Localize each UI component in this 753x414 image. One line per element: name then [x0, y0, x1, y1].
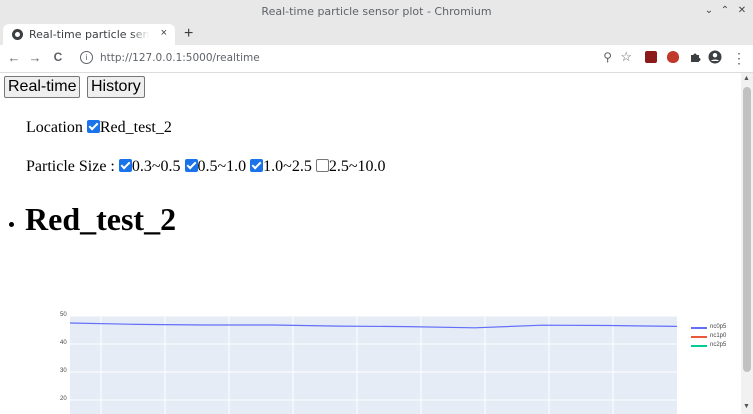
- size-checkbox-0p3[interactable]: [118, 159, 132, 172]
- y-tick-label: 30: [60, 368, 67, 374]
- new-tab-button[interactable]: +: [184, 25, 193, 43]
- puzzle-icon[interactable]: [689, 51, 701, 63]
- legend-swatch: [691, 336, 707, 338]
- globe-icon: [12, 29, 23, 40]
- bookmark-star-icon[interactable]: ☆: [620, 49, 632, 65]
- legend-item-nc0p5[interactable]: nc0p5: [710, 324, 726, 330]
- close-window-button[interactable]: ✕: [736, 5, 748, 16]
- location-label: Location: [26, 119, 83, 136]
- window-title: Real-time particle sensor plot - Chromiu…: [261, 5, 492, 18]
- location-heading: Red_test_2: [25, 201, 177, 237]
- particle-size-label: Particle Size :: [26, 158, 115, 175]
- legend-swatch: [691, 327, 707, 329]
- y-tick-label: 40: [60, 340, 67, 346]
- y-tick-label: 50: [60, 312, 67, 318]
- scroll-thumb[interactable]: [743, 87, 751, 372]
- minimize-button[interactable]: ⌄: [703, 5, 715, 16]
- legend-item-nc1p0[interactable]: nc1p0: [710, 333, 726, 339]
- location-checkbox[interactable]: [86, 120, 100, 133]
- realtime-button[interactable]: Real-time: [4, 76, 81, 98]
- window-titlebar: Real-time particle sensor plot - Chromiu…: [0, 0, 753, 25]
- url-text[interactable]: http://127.0.0.1:5000/realtime: [100, 52, 260, 64]
- tab-strip: Real-time particle sensor plot × +: [0, 24, 753, 45]
- y-tick-label: 20: [60, 396, 67, 402]
- legend-swatch: [691, 345, 707, 347]
- address-bar[interactable]: i http://127.0.0.1:5000/realtime ⚲ ☆: [74, 48, 634, 68]
- tab-close-icon[interactable]: ×: [161, 27, 167, 39]
- plot-area[interactable]: [70, 316, 677, 414]
- size-checkbox-0p5[interactable]: [184, 159, 198, 172]
- legend-item-nc2p5[interactable]: nc2p5: [710, 342, 726, 348]
- particle-size-row: Particle Size : 0.3~0.5 0.5~1.0 1.0~2.5 …: [26, 158, 385, 176]
- tab-title: Real-time particle sensor plot: [29, 28, 149, 41]
- extension-icon[interactable]: [645, 51, 657, 63]
- info-icon[interactable]: i: [80, 51, 93, 64]
- page-scrollbar[interactable]: ▲ ▼: [741, 73, 753, 414]
- kebab-menu-icon[interactable]: ⋮: [731, 50, 747, 67]
- size-option-label: 1.0~2.5: [263, 158, 312, 175]
- ublock-shield-icon[interactable]: [667, 51, 679, 63]
- tab-realtime[interactable]: Real-time particle sensor plot ×: [3, 24, 175, 45]
- size-checkbox-1p0[interactable]: [250, 159, 264, 172]
- zoom-icon[interactable]: ⚲: [603, 50, 612, 64]
- plot-svg: [70, 316, 677, 414]
- account-icon[interactable]: [708, 50, 722, 64]
- location-row: Location Red_test_2: [26, 119, 172, 137]
- series-line-nc0p5[interactable]: [70, 322, 677, 329]
- scroll-up-icon[interactable]: ▲: [743, 75, 750, 82]
- forward-arrow-icon[interactable]: →: [27, 50, 43, 65]
- location-option-label: Red_test_2: [99, 119, 172, 136]
- back-arrow-icon[interactable]: ←: [6, 50, 22, 65]
- size-option-label: 2.5~10.0: [328, 158, 386, 175]
- browser-toolbar: ← → C i http://127.0.0.1:5000/realtime ⚲…: [0, 45, 753, 73]
- reload-icon[interactable]: C: [50, 50, 66, 64]
- scroll-down-icon[interactable]: ▼: [743, 403, 750, 410]
- maximize-button[interactable]: ⌃: [719, 5, 731, 16]
- size-option-label: 0.5~1.0: [197, 158, 247, 175]
- size-option-label: 0.3~0.5: [131, 158, 181, 175]
- history-button[interactable]: History: [87, 76, 145, 98]
- list-bullet: [9, 222, 14, 227]
- size-checkbox-2p5[interactable]: [315, 159, 329, 172]
- page-content: Real-time History Location Red_test_2 Pa…: [0, 73, 741, 414]
